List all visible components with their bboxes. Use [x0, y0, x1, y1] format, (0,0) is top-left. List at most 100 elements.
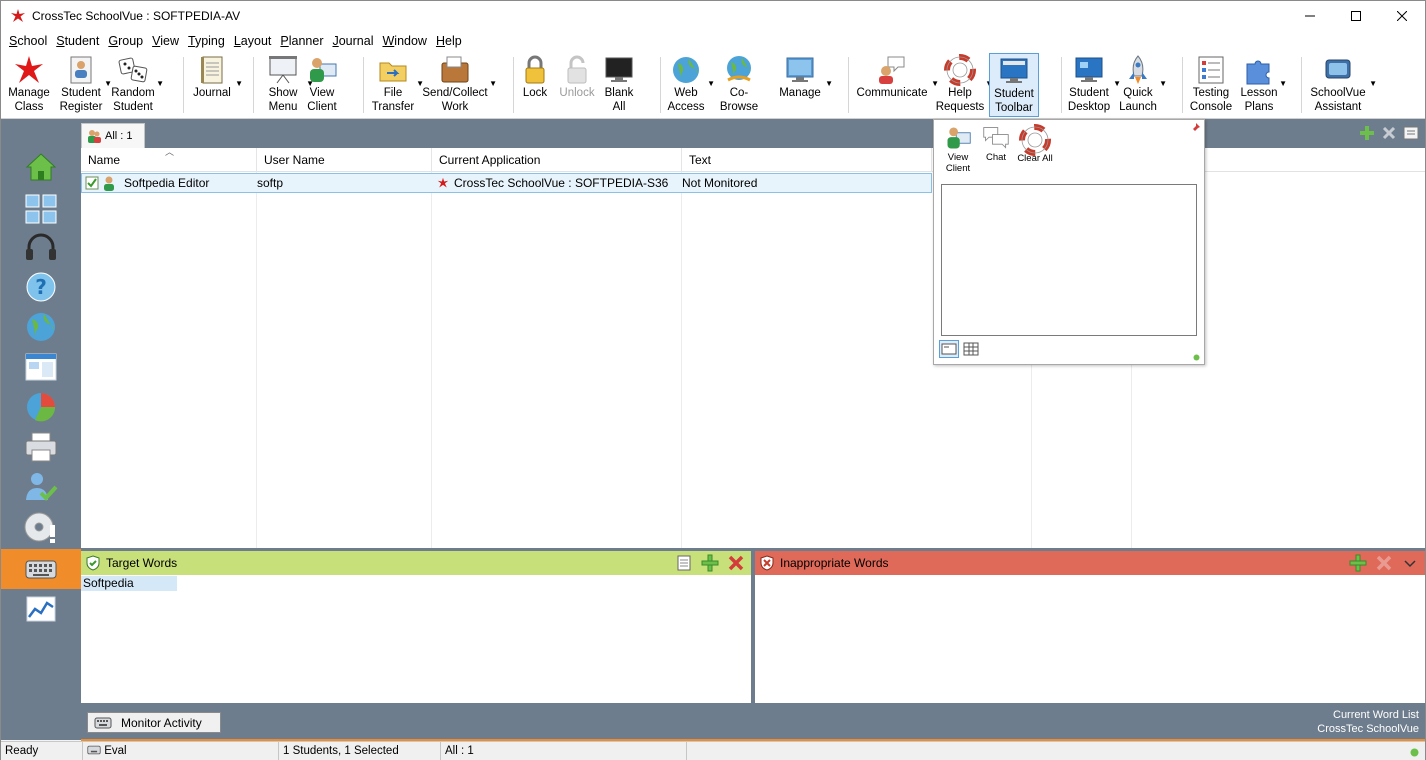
blank-all-button[interactable]: Blank All — [601, 53, 637, 117]
help-requests-button[interactable]: ▼ Help Requests — [935, 53, 993, 117]
toolbar-separator — [183, 57, 184, 113]
pie-chart-icon[interactable] — [23, 389, 59, 425]
status-eval: Eval — [83, 742, 279, 760]
panel-status-dot-icon — [1193, 354, 1200, 361]
remove-word-icon[interactable] — [727, 554, 745, 572]
manage-class-icon — [15, 56, 43, 83]
panel-chat-button[interactable]: Chat — [980, 124, 1012, 163]
application-window-icon[interactable] — [23, 349, 59, 385]
file-transfer-button[interactable]: ▼ File Transfer — [370, 53, 424, 117]
shield-x-icon — [760, 555, 774, 571]
column-header-current-application[interactable]: Current Application — [432, 148, 682, 172]
projector-screen-icon — [269, 56, 297, 84]
inappropriate-words-panel: Inappropriate Words — [755, 551, 1425, 703]
connection-status-icon — [1410, 748, 1419, 757]
panel-view-mode-icon[interactable] — [939, 340, 959, 358]
web-globe-icon[interactable] — [23, 309, 59, 345]
menu-window[interactable]: Window — [377, 34, 430, 48]
target-words-tools — [675, 554, 745, 572]
group-users-icon — [88, 130, 101, 143]
menu-planner[interactable]: Planner — [275, 34, 327, 48]
activity-graph-icon[interactable] — [23, 591, 59, 627]
menu-student[interactable]: Student — [51, 34, 103, 48]
home-icon[interactable] — [23, 149, 59, 185]
tab-all[interactable]: All : 1 — [81, 123, 145, 148]
add-icon[interactable] — [1359, 125, 1375, 141]
monitor-strip: Monitor Activity Current Word List Cross… — [81, 703, 1425, 740]
inappropriate-words-tools — [1349, 554, 1419, 572]
close-button[interactable] — [1379, 1, 1425, 31]
minimize-button[interactable] — [1287, 1, 1333, 31]
table-row[interactable]: Softpedia Editor softp CrossTec SchoolVu… — [81, 173, 932, 193]
maximize-button[interactable] — [1333, 1, 1379, 31]
panel-view-client-button[interactable]: View Client — [942, 124, 974, 174]
manage-class-button[interactable]: Manage Class — [6, 53, 52, 117]
student-register-button[interactable]: ▼ Student Register — [58, 53, 112, 117]
quick-launch-button[interactable]: ▼ Quick Launch — [1117, 53, 1167, 117]
journal-button[interactable]: ▼ Journal — [189, 53, 243, 117]
help-question-icon[interactable]: ? — [23, 269, 59, 305]
toolbar-separator — [1061, 57, 1062, 113]
pin-icon[interactable] — [1189, 122, 1201, 134]
lifebuoy-icon — [1019, 124, 1051, 156]
random-student-button[interactable]: ▼ Random Student — [110, 53, 164, 117]
panel-clear-all-button[interactable]: Clear All — [1016, 124, 1054, 164]
target-words-panel: Target Words Softpedia — [81, 551, 751, 703]
view-client-icon — [947, 127, 971, 149]
globe-icon — [673, 57, 699, 83]
properties-icon[interactable] — [1403, 125, 1419, 141]
rocket-icon — [1129, 55, 1147, 84]
schoolvue-assistant-button[interactable]: ▼ SchoolVue Assistant — [1307, 53, 1377, 117]
column-header-user-name[interactable]: User Name — [257, 148, 432, 172]
disc-alert-icon[interactable] — [23, 509, 59, 545]
checkbox-checked-icon[interactable] — [85, 176, 99, 190]
svg-text:?: ? — [35, 275, 47, 299]
status-ready: Ready — [1, 742, 83, 760]
panel-grid-mode-icon[interactable] — [962, 340, 980, 358]
remove-word-icon[interactable] — [1375, 554, 1393, 572]
menu-layout[interactable]: Layout — [229, 34, 276, 48]
monitor-blank-icon — [605, 57, 633, 82]
student-desktop-button[interactable]: ▼ Student Desktop — [1065, 53, 1121, 117]
column-header-text[interactable]: Text — [682, 148, 932, 172]
delete-icon[interactable] — [1381, 125, 1397, 141]
menu-school[interactable]: School — [4, 34, 51, 48]
unlock-button[interactable]: Unlock — [557, 53, 597, 117]
headphones-icon[interactable] — [23, 229, 59, 265]
user-approve-icon[interactable] — [23, 469, 59, 505]
lock-button[interactable]: Lock — [518, 53, 552, 117]
printer-icon[interactable] — [23, 429, 59, 465]
menu-bar: School Student Group View Typing Layout … — [1, 31, 1425, 51]
panel-content-area[interactable] — [941, 184, 1197, 336]
monitor-manage-icon — [786, 57, 814, 82]
keyboard-icon — [25, 560, 57, 579]
tab-tools — [1359, 125, 1419, 141]
menu-typing[interactable]: Typing — [183, 34, 229, 48]
manage-button[interactable]: ▼ Manage — [775, 53, 833, 117]
thumbnail-view-icon[interactable] — [23, 191, 59, 227]
communicate-button[interactable]: ▼ Communicate — [853, 53, 939, 117]
menu-view[interactable]: View — [147, 34, 183, 48]
student-toolbar-icon — [1000, 58, 1028, 83]
sidebar-selected-typing[interactable] — [1, 549, 81, 589]
lesson-plans-button[interactable]: ▼ Lesson Plans — [1239, 53, 1287, 117]
add-word-icon[interactable] — [701, 554, 719, 572]
target-word-item[interactable]: Softpedia — [81, 576, 177, 591]
add-word-icon[interactable] — [1349, 554, 1367, 572]
menu-group[interactable]: Group — [103, 34, 147, 48]
main-toolbar: Manage Class ▼ Student Register ▼ Random… — [1, 51, 1425, 119]
co-browse-button[interactable]: Co-Browse — [711, 53, 767, 117]
menu-journal[interactable]: Journal — [327, 34, 377, 48]
word-list-icon[interactable] — [675, 554, 693, 572]
web-access-button[interactable]: ▼ Web Access — [665, 53, 715, 117]
send-collect-work-button[interactable]: ▼ Send/Collect Work — [421, 53, 497, 117]
status-students: 1 Students, 1 Selected — [279, 742, 441, 760]
chevron-down-icon[interactable] — [1401, 554, 1419, 572]
monitor-activity-button[interactable]: Monitor Activity — [87, 712, 221, 733]
word-panels: Target Words Softpedia Inappropriate Wor… — [81, 551, 1425, 703]
student-toolbar-button[interactable]: Student Toolbar — [989, 53, 1039, 117]
menu-help[interactable]: Help — [431, 34, 466, 48]
cell-user-name: softp — [257, 176, 284, 190]
view-client-button[interactable]: View Client — [300, 53, 344, 117]
testing-console-button[interactable]: Testing Console — [1187, 53, 1235, 117]
